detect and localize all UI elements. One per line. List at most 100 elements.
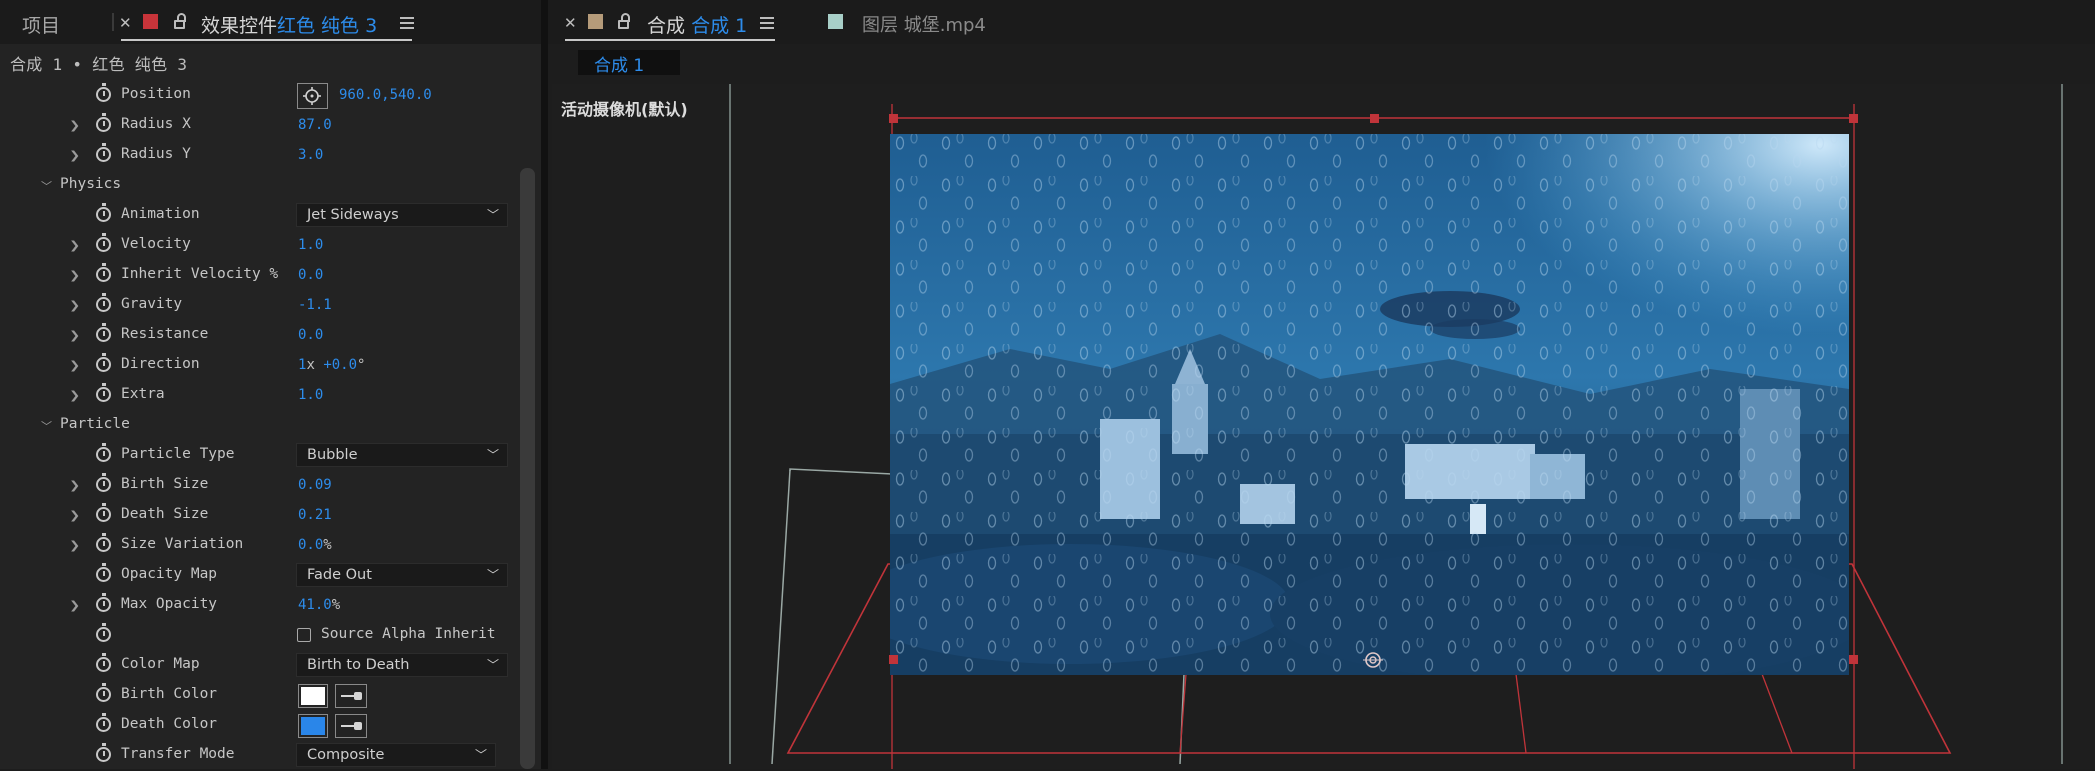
prop-value[interactable]: 0.0 bbox=[298, 327, 323, 343]
stopwatch-icon[interactable] bbox=[96, 353, 111, 372]
panel-splitter[interactable] bbox=[541, 0, 548, 769]
expand-chevron-icon[interactable]: ❯ bbox=[69, 119, 80, 132]
prop-inherit-velocity[interactable]: ❯ Inherit Velocity % 0.0 bbox=[0, 261, 520, 291]
panel-menu-icon[interactable] bbox=[760, 17, 774, 29]
collapse-chevron-icon[interactable]: ﹀ bbox=[41, 418, 52, 434]
comp-subtab[interactable]: 合成 1 bbox=[578, 50, 680, 76]
expand-chevron-icon[interactable]: ❯ bbox=[69, 599, 80, 612]
stopwatch-icon[interactable] bbox=[96, 203, 111, 222]
expand-chevron-icon[interactable]: ❯ bbox=[69, 359, 80, 372]
stopwatch-icon[interactable] bbox=[96, 383, 111, 402]
max-opacity-value[interactable]: 41.0% bbox=[298, 597, 340, 613]
expand-chevron-icon[interactable]: ❯ bbox=[69, 389, 80, 402]
close-icon[interactable]: ✕ bbox=[119, 14, 132, 32]
prop-value[interactable]: 0.0 bbox=[298, 267, 323, 283]
group-physics[interactable]: ﹀ Physics bbox=[0, 171, 520, 201]
anchor-point-icon[interactable] bbox=[1361, 650, 1385, 670]
prop-radius-x[interactable]: ❯ Radius X 87.0 bbox=[0, 111, 520, 141]
stopwatch-icon[interactable] bbox=[96, 743, 111, 762]
transform-handle[interactable] bbox=[889, 655, 898, 664]
prop-animation[interactable]: Animation Jet Sideways ﹀ bbox=[0, 201, 520, 231]
prop-birth-color[interactable]: Birth Color bbox=[0, 681, 520, 711]
prop-particle-type[interactable]: Particle Type Bubble ﹀ bbox=[0, 441, 520, 471]
tab-composition[interactable]: 合成 合成 1 bbox=[647, 11, 747, 38]
expand-chevron-icon[interactable]: ❯ bbox=[69, 509, 80, 522]
expand-chevron-icon[interactable]: ❯ bbox=[69, 539, 80, 552]
stopwatch-icon[interactable] bbox=[96, 653, 111, 672]
prop-max-opacity[interactable]: ❯ Max Opacity 41.0% bbox=[0, 591, 520, 621]
prop-value[interactable]: 3.0 bbox=[298, 147, 323, 163]
stopwatch-icon[interactable] bbox=[96, 623, 111, 642]
scrollbar[interactable] bbox=[520, 168, 535, 769]
transfer-mode-dropdown[interactable]: Composite ﹀ bbox=[296, 743, 496, 767]
prop-color-map[interactable]: Color Map Birth to Death ﹀ bbox=[0, 651, 520, 681]
prop-resistance[interactable]: ❯ Resistance 0.0 bbox=[0, 321, 520, 351]
prop-source-alpha-inherit[interactable]: Source Alpha Inherit bbox=[0, 621, 520, 651]
color-map-dropdown[interactable]: Birth to Death ﹀ bbox=[296, 653, 508, 677]
opacity-map-dropdown[interactable]: Fade Out ﹀ bbox=[296, 563, 508, 587]
lock-icon[interactable] bbox=[174, 13, 186, 29]
stopwatch-icon[interactable] bbox=[96, 713, 111, 732]
expand-chevron-icon[interactable]: ❯ bbox=[69, 329, 80, 342]
stopwatch-icon[interactable] bbox=[96, 293, 111, 312]
close-icon[interactable]: ✕ bbox=[564, 14, 577, 32]
prop-value[interactable]: 0.09 bbox=[298, 477, 332, 493]
stopwatch-icon[interactable] bbox=[96, 143, 111, 162]
prop-velocity[interactable]: ❯ Velocity 1.0 bbox=[0, 231, 520, 261]
stopwatch-icon[interactable] bbox=[96, 113, 111, 132]
prop-value[interactable]: -1.1 bbox=[298, 297, 332, 313]
expand-chevron-icon[interactable]: ❯ bbox=[69, 299, 80, 312]
prop-transfer-mode[interactable]: Transfer Mode Composite ﹀ bbox=[0, 741, 520, 771]
expand-chevron-icon[interactable]: ❯ bbox=[69, 149, 80, 162]
prop-size-variation[interactable]: ❯ Size Variation 0.0% bbox=[0, 531, 520, 561]
expand-chevron-icon[interactable]: ❯ bbox=[69, 479, 80, 492]
prop-birth-size[interactable]: ❯ Birth Size 0.09 bbox=[0, 471, 520, 501]
eyedropper-icon[interactable] bbox=[335, 714, 367, 738]
prop-position[interactable]: Position 960.0,540.0 bbox=[0, 81, 520, 111]
collapse-chevron-icon[interactable]: ﹀ bbox=[41, 178, 52, 194]
direction-value[interactable]: 1x +0.0° bbox=[298, 357, 365, 373]
tab-layer[interactable]: 图层 城堡.mp4 bbox=[862, 11, 986, 37]
stopwatch-icon[interactable] bbox=[96, 683, 111, 702]
prop-value[interactable]: 0.21 bbox=[298, 507, 332, 523]
expand-chevron-icon[interactable]: ❯ bbox=[69, 269, 80, 282]
stopwatch-icon[interactable] bbox=[96, 443, 111, 462]
birth-color-swatch[interactable] bbox=[298, 684, 328, 708]
eyedropper-icon[interactable] bbox=[335, 684, 367, 708]
prop-opacity-map[interactable]: Opacity Map Fade Out ﹀ bbox=[0, 561, 520, 591]
death-color-swatch[interactable] bbox=[298, 714, 328, 738]
prop-value[interactable]: 87.0 bbox=[298, 117, 332, 133]
prop-death-color[interactable]: Death Color bbox=[0, 711, 520, 741]
crosshair-target-button[interactable] bbox=[297, 83, 328, 109]
prop-value[interactable]: 1.0 bbox=[298, 237, 323, 253]
group-particle[interactable]: ﹀ Particle bbox=[0, 411, 520, 441]
stopwatch-icon[interactable] bbox=[96, 473, 111, 492]
size-variation-value[interactable]: 0.0% bbox=[298, 537, 332, 553]
prop-gravity[interactable]: ❯ Gravity -1.1 bbox=[0, 291, 520, 321]
particle-type-dropdown[interactable]: Bubble ﹀ bbox=[296, 443, 508, 467]
stopwatch-icon[interactable] bbox=[96, 533, 111, 552]
transform-handle[interactable] bbox=[889, 114, 898, 123]
panel-menu-icon[interactable] bbox=[400, 17, 414, 29]
stopwatch-icon[interactable] bbox=[96, 233, 111, 252]
source-alpha-checkbox[interactable] bbox=[297, 628, 311, 642]
tab-effect-controls[interactable]: 效果控件红色 纯色 3 bbox=[201, 11, 377, 38]
stopwatch-icon[interactable] bbox=[96, 593, 111, 612]
stopwatch-icon[interactable] bbox=[96, 503, 111, 522]
stopwatch-icon[interactable] bbox=[96, 323, 111, 342]
transform-handle[interactable] bbox=[1849, 655, 1858, 664]
stopwatch-icon[interactable] bbox=[96, 83, 111, 102]
prop-death-size[interactable]: ❯ Death Size 0.21 bbox=[0, 501, 520, 531]
transform-handle[interactable] bbox=[1370, 114, 1379, 123]
prop-extra[interactable]: ❯ Extra 1.0 bbox=[0, 381, 520, 411]
stopwatch-icon[interactable] bbox=[96, 263, 111, 282]
lock-icon[interactable] bbox=[618, 13, 630, 29]
composition-frame[interactable] bbox=[890, 134, 1849, 675]
animation-dropdown[interactable]: Jet Sideways ﹀ bbox=[296, 203, 508, 227]
stopwatch-icon[interactable] bbox=[96, 563, 111, 582]
expand-chevron-icon[interactable]: ❯ bbox=[69, 239, 80, 252]
tab-project[interactable]: 项目 bbox=[22, 11, 60, 38]
prop-value[interactable]: 1.0 bbox=[298, 387, 323, 403]
position-value[interactable]: 960.0,540.0 bbox=[339, 87, 432, 103]
transform-handle[interactable] bbox=[1849, 114, 1858, 123]
